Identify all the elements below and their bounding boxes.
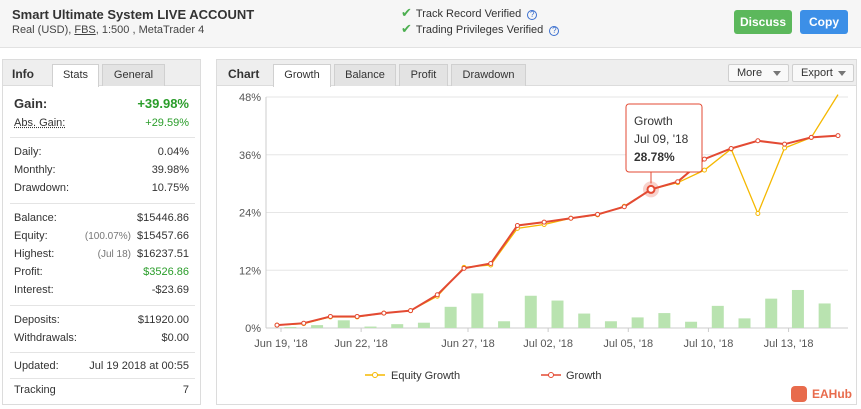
export-dropdown[interactable]: Export — [792, 64, 854, 82]
account-header: Smart Ultimate System LIVE ACCOUNT Real … — [0, 0, 861, 48]
tab-stats[interactable]: Stats — [52, 64, 99, 87]
divider — [10, 137, 195, 138]
tab-profit[interactable]: Profit — [399, 64, 448, 86]
divider — [10, 378, 195, 379]
check-icon: ✔ — [401, 21, 412, 36]
account-title: Smart Ultimate System LIVE ACCOUNT — [12, 7, 255, 22]
gain-value: +39.98% — [137, 96, 189, 111]
check-icon: ✔ — [401, 5, 412, 20]
account-subtitle: Real (USD), FBS, 1:500 , MetaTrader 4 — [12, 24, 204, 36]
chart-label: Chart — [228, 67, 260, 81]
chevron-down-icon — [773, 71, 781, 76]
chart-panel: Chart Growth Balance Profit Drawdown Mor… — [216, 59, 857, 405]
divider — [10, 352, 195, 353]
watermark: EAHub — [812, 387, 852, 401]
help-icon[interactable]: ? — [527, 10, 538, 20]
discuss-button[interactable]: Discuss — [734, 10, 792, 34]
account-type: Real (USD), — [12, 24, 72, 36]
tab-drawdown[interactable]: Drawdown — [451, 64, 526, 86]
trading-privileges-verified: ✔ Trading Privileges Verified? — [401, 21, 560, 37]
track-record-verified: ✔ Track Record Verified? — [401, 5, 538, 21]
more-dropdown[interactable]: More — [728, 64, 789, 82]
tab-growth[interactable]: Growth — [273, 64, 331, 87]
broker-link[interactable]: FBS — [74, 24, 95, 36]
divider — [10, 305, 195, 306]
eahub-logo-icon — [791, 386, 807, 402]
copy-button[interactable]: Copy — [800, 10, 848, 34]
tab-balance[interactable]: Balance — [334, 64, 396, 86]
info-label: Info — [12, 67, 34, 81]
help-icon[interactable]: ? — [549, 26, 560, 36]
chart-tabs: Chart Growth Balance Profit Drawdown Mor… — [217, 60, 856, 87]
tab-general[interactable]: General — [102, 64, 165, 86]
leverage-platform: , 1:500 , MetaTrader 4 — [95, 24, 205, 36]
divider — [10, 203, 195, 204]
info-panel: Info Stats General Gain: +39.98% Abs. Ga… — [2, 59, 201, 405]
chevron-down-icon — [838, 71, 846, 76]
info-tabs: Info Stats General — [3, 60, 200, 87]
